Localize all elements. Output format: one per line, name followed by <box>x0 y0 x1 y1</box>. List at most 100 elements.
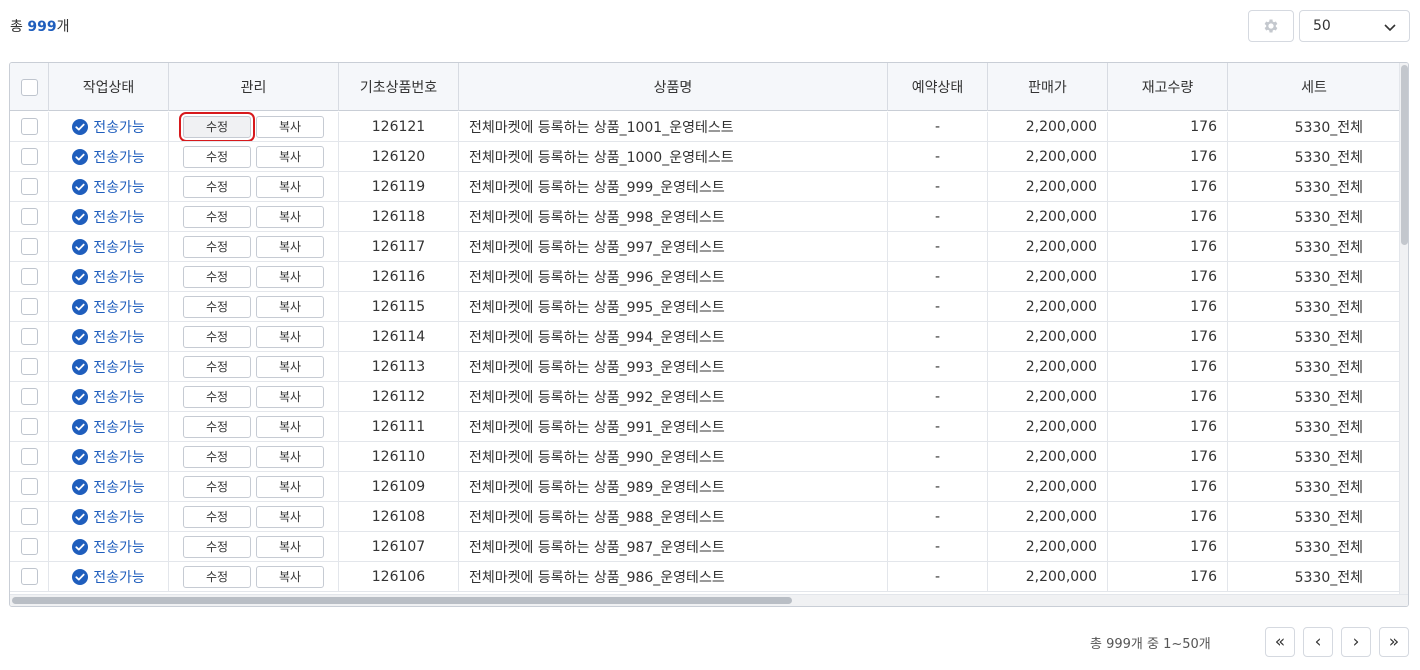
copy-button[interactable]: 복사 <box>256 175 324 198</box>
table-row[interactable]: 전송가능 수정 복사 126118 전체마켓에 등록하는 상품_998_운영테스… <box>10 202 1400 232</box>
horizontal-scroll-thumb[interactable] <box>12 597 792 604</box>
row-checkbox[interactable] <box>20 448 38 465</box>
edit-button[interactable]: 수정 <box>183 445 251 468</box>
edit-button[interactable]: 수정 <box>183 505 251 528</box>
edit-button[interactable]: 수정 <box>183 475 251 498</box>
set-cell: 5330_전체 <box>1294 419 1363 436</box>
table-row[interactable]: 전송가능 수정 복사 126106 전체마켓에 등록하는 상품_986_운영테스… <box>10 562 1400 592</box>
select-all-checkbox[interactable] <box>20 78 38 96</box>
header-set[interactable]: 세트 <box>1228 63 1400 111</box>
copy-button[interactable]: 복사 <box>256 265 324 288</box>
prev-page-button[interactable]: ‹ <box>1303 627 1333 657</box>
edit-button[interactable]: 수정 <box>183 325 251 348</box>
row-checkbox[interactable] <box>20 208 38 225</box>
table-row[interactable]: 전송가능 수정 복사 126114 전체마켓에 등록하는 상품_994_운영테스… <box>10 322 1400 352</box>
first-page-button[interactable]: « <box>1265 627 1295 657</box>
table-row[interactable]: 전송가능 수정 복사 126119 전체마켓에 등록하는 상품_999_운영테스… <box>10 172 1400 202</box>
row-checkbox[interactable] <box>20 388 38 405</box>
header-manage[interactable]: 관리 <box>169 63 339 111</box>
row-checkbox[interactable] <box>20 298 38 315</box>
set-cell: 5330_전체 <box>1294 359 1363 376</box>
table-row[interactable]: 전송가능 수정 복사 126120 전체마켓에 등록하는 상품_1000_운영테… <box>10 142 1400 172</box>
header-status[interactable]: 작업상태 <box>49 63 169 111</box>
edit-button[interactable]: 수정 <box>183 565 251 588</box>
row-checkbox[interactable] <box>20 268 38 285</box>
table-row[interactable]: 전송가능 수정 복사 126110 전체마켓에 등록하는 상품_990_운영테스… <box>10 442 1400 472</box>
copy-button[interactable]: 복사 <box>256 475 324 498</box>
row-checkbox[interactable] <box>20 178 38 195</box>
price-cell: 2,200,000 <box>988 172 1108 201</box>
row-checkbox[interactable] <box>20 538 38 555</box>
table-row[interactable]: 전송가능 수정 복사 126116 전체마켓에 등록하는 상품_996_운영테스… <box>10 262 1400 292</box>
copy-button[interactable]: 복사 <box>256 505 324 528</box>
row-checkbox[interactable] <box>20 568 38 585</box>
edit-button[interactable]: 수정 <box>183 145 251 168</box>
vertical-scroll-thumb[interactable] <box>1401 65 1408 245</box>
vertical-scrollbar[interactable] <box>1399 63 1408 596</box>
table-row[interactable]: 전송가능 수정 복사 126117 전체마켓에 등록하는 상품_997_운영테스… <box>10 232 1400 262</box>
copy-button[interactable]: 복사 <box>256 295 324 318</box>
edit-button[interactable]: 수정 <box>183 235 251 258</box>
total-count-value: 999 <box>27 19 57 35</box>
edit-button[interactable]: 수정 <box>183 415 251 438</box>
edit-button[interactable]: 수정 <box>183 295 251 318</box>
edit-button[interactable]: 수정 <box>183 175 251 198</box>
table-row[interactable]: 전송가능 수정 복사 126107 전체마켓에 등록하는 상품_987_운영테스… <box>10 532 1400 562</box>
table-row[interactable]: 전송가능 수정 복사 126108 전체마켓에 등록하는 상품_988_운영테스… <box>10 502 1400 532</box>
header-reservation[interactable]: 예약상태 <box>888 63 988 111</box>
page-size-value: 50 <box>1313 18 1331 34</box>
edit-button[interactable]: 수정 <box>183 265 251 288</box>
row-checkbox[interactable] <box>20 478 38 495</box>
next-page-button[interactable]: › <box>1341 627 1371 657</box>
table-row[interactable]: 전송가능 수정 복사 126109 전체마켓에 등록하는 상품_989_운영테스… <box>10 472 1400 502</box>
edit-button[interactable]: 수정 <box>183 385 251 408</box>
status-text: 전송가능 <box>93 179 145 196</box>
copy-button[interactable]: 복사 <box>256 115 324 138</box>
row-checkbox[interactable] <box>20 118 38 135</box>
copy-button[interactable]: 복사 <box>256 415 324 438</box>
row-checkbox[interactable] <box>20 328 38 345</box>
horizontal-scrollbar[interactable] <box>10 594 1408 606</box>
manage-cell: 수정 복사 <box>169 472 339 501</box>
row-checkbox-cell <box>10 322 49 351</box>
row-checkbox[interactable] <box>20 358 38 375</box>
row-checkbox[interactable] <box>20 418 38 435</box>
table-row[interactable]: 전송가능 수정 복사 126121 전체마켓에 등록하는 상품_1001_운영테… <box>10 112 1400 142</box>
copy-button[interactable]: 복사 <box>256 355 324 378</box>
product-name-cell: 전체마켓에 등록하는 상품_986_운영테스트 <box>459 562 888 591</box>
copy-button[interactable]: 복사 <box>256 205 324 228</box>
row-checkbox[interactable] <box>20 508 38 525</box>
settings-button[interactable] <box>1248 10 1294 42</box>
copy-button[interactable]: 복사 <box>256 535 324 558</box>
row-checkbox[interactable] <box>20 238 38 255</box>
edit-button[interactable]: 수정 <box>179 112 255 141</box>
table-row[interactable]: 전송가능 수정 복사 126111 전체마켓에 등록하는 상품_991_운영테스… <box>10 412 1400 442</box>
copy-button[interactable]: 복사 <box>256 235 324 258</box>
edit-button[interactable]: 수정 <box>183 535 251 558</box>
header-stock[interactable]: 재고수량 <box>1108 63 1228 111</box>
product-code-cell: 126115 <box>339 292 459 321</box>
header-product-code[interactable]: 기초상품번호 <box>339 63 459 111</box>
product-name-cell: 전체마켓에 등록하는 상품_993_운영테스트 <box>459 352 888 381</box>
price-cell: 2,200,000 <box>988 262 1108 291</box>
product-code-cell: 126110 <box>339 442 459 471</box>
page-size-select[interactable]: 50 <box>1299 10 1410 42</box>
copy-button[interactable]: 복사 <box>256 565 324 588</box>
status-text: 전송가능 <box>93 209 145 226</box>
edit-button[interactable]: 수정 <box>183 355 251 378</box>
copy-button[interactable]: 복사 <box>256 385 324 408</box>
chevron-down-icon <box>1384 24 1396 32</box>
header-price[interactable]: 판매가 <box>988 63 1108 111</box>
last-page-button[interactable]: » <box>1379 627 1409 657</box>
copy-button[interactable]: 복사 <box>256 325 324 348</box>
table-row[interactable]: 전송가능 수정 복사 126113 전체마켓에 등록하는 상품_993_운영테스… <box>10 352 1400 382</box>
edit-button[interactable]: 수정 <box>183 205 251 228</box>
product-name-cell: 전체마켓에 등록하는 상품_1000_운영테스트 <box>459 142 888 171</box>
copy-button[interactable]: 복사 <box>256 145 324 168</box>
manage-cell: 수정 복사 <box>169 352 339 381</box>
row-checkbox[interactable] <box>20 148 38 165</box>
table-row[interactable]: 전송가능 수정 복사 126115 전체마켓에 등록하는 상품_995_운영테스… <box>10 292 1400 322</box>
header-product-name[interactable]: 상품명 <box>459 63 888 111</box>
table-row[interactable]: 전송가능 수정 복사 126112 전체마켓에 등록하는 상품_992_운영테스… <box>10 382 1400 412</box>
copy-button[interactable]: 복사 <box>256 445 324 468</box>
